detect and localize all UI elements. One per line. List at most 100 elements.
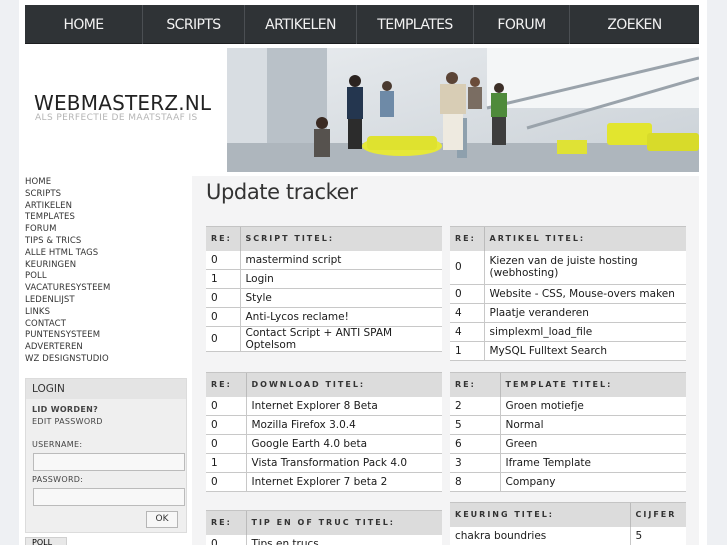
username-label: USERNAME: (32, 440, 83, 449)
tip-title-link[interactable]: Tips en trucs (245, 534, 442, 545)
artikel-title-link[interactable]: Website - CSS, Mouse-overs maken (483, 284, 686, 304)
table-row: 0 Mozilla Firefox 3.0.4 (206, 415, 442, 435)
column-header: KEURING TITEL: (450, 502, 630, 527)
keuring-score: 5 (629, 526, 686, 545)
page-title: Update tracker (206, 180, 358, 204)
sidebar-item-puntensysteem[interactable]: PUNTENSYSTEEM (25, 330, 190, 342)
sidebar-item-keuringen[interactable]: KEURINGEN (25, 260, 190, 272)
script-title-link[interactable]: Contact Script + ANTI SPAM Optelsom (239, 326, 442, 352)
nav-zoeken[interactable]: ZOEKEN (570, 5, 699, 44)
username-input[interactable] (33, 453, 185, 471)
template-title-link[interactable]: Company (499, 472, 686, 492)
column-header: TEMPLATE TITEL: (499, 372, 686, 397)
table-row: 3 Iframe Template (450, 453, 686, 473)
sidebar-item-adverteren[interactable]: ADVERTEREN (25, 342, 190, 354)
nav-templates[interactable]: TEMPLATES (357, 5, 474, 44)
sidebar-item-artikelen[interactable]: ARTIKELEN (25, 201, 190, 213)
template-title-link[interactable]: Groen motiefje (499, 396, 686, 416)
table-row: 0 Internet Explorer 8 Beta (206, 396, 442, 416)
sidebar-item-scripts[interactable]: SCRIPTS (25, 189, 190, 201)
sidebar-item-html-tags[interactable]: ALLE HTML TAGS (25, 248, 190, 260)
artikels-table: RE: ARTIKEL TITEL: 0 Kiezen van de juiste… (450, 226, 686, 361)
download-title-link[interactable]: Internet Explorer 7 beta 2 (245, 472, 442, 492)
site-logo[interactable]: WEBMASTERZ.NL (34, 91, 211, 115)
script-title-link[interactable]: Style (239, 288, 442, 308)
template-title-link[interactable]: Green (499, 434, 686, 454)
template-title-link[interactable]: Iframe Template (499, 453, 686, 473)
logo-area: WEBMASTERZ.NL ALS PERFECTIE DE MAATSTAAF… (25, 48, 227, 172)
table-row: 0 Tips en trucs (206, 534, 442, 545)
sidebar-item-poll[interactable]: POLL (25, 271, 190, 283)
reply-count: 4 (450, 303, 484, 323)
sidebar-item-templates[interactable]: TEMPLATES (25, 212, 190, 224)
sidebar-menu: HOME SCRIPTS ARTIKELEN TEMPLATES FORUM T… (25, 177, 190, 366)
reply-count: 0 (206, 396, 246, 416)
sidebar-item-links[interactable]: LINKS (25, 307, 190, 319)
reply-count: 0 (206, 534, 246, 545)
login-ok-button[interactable]: OK (146, 511, 178, 528)
download-title-link[interactable]: Internet Explorer 8 Beta (245, 396, 442, 416)
reply-count: 0 (206, 472, 246, 492)
reply-count: 0 (206, 415, 246, 435)
password-input[interactable] (33, 488, 185, 506)
script-title-link[interactable]: Anti-Lycos reclame! (239, 307, 442, 327)
artikel-title-link[interactable]: MySQL Fulltext Search (483, 341, 686, 361)
reply-count: 8 (450, 472, 500, 492)
scripts-table: RE: SCRIPT TITEL: 0 mastermind script 1 Lo… (206, 226, 442, 352)
edit-password-link[interactable]: EDIT PASSWORD (32, 417, 103, 426)
download-title-link[interactable]: Google Earth 4.0 beta (245, 434, 442, 454)
nav-home[interactable]: HOME (25, 5, 143, 44)
template-title-link[interactable]: Normal (499, 415, 686, 435)
sidebar-item-home[interactable]: HOME (25, 177, 190, 189)
table-row: chakra boundries 5 (450, 526, 686, 545)
nav-scripts[interactable]: SCRIPTS (143, 5, 245, 44)
artikel-title-link[interactable]: Kiezen van de juiste hosting (webhosting… (483, 250, 686, 285)
download-title-link[interactable]: Vista Transformation Pack 4.0 (245, 453, 442, 473)
table-row: 0 Internet Explorer 7 beta 2 (206, 472, 442, 492)
table-row: 0 Contact Script + ANTI SPAM Optelsom (206, 326, 442, 352)
column-header: SCRIPT TITEL: (239, 226, 442, 251)
nav-artikelen[interactable]: ARTIKELEN (245, 5, 357, 44)
table-row: 0 Style (206, 288, 442, 308)
register-link[interactable]: LID WORDEN? (32, 405, 98, 414)
table-row: 1 Vista Transformation Pack 4.0 (206, 453, 442, 473)
reply-count: 0 (450, 250, 484, 285)
reply-count: 0 (206, 307, 240, 327)
artikel-title-link[interactable]: Plaatje veranderen (483, 303, 686, 323)
table-row: 4 Plaatje veranderen (450, 303, 686, 323)
poll-box: POLL (25, 537, 67, 545)
table-row: 4 simplexml_load_file (450, 322, 686, 342)
column-header: RE: (206, 372, 246, 397)
reply-count: 0 (206, 288, 240, 308)
artikel-title-link[interactable]: simplexml_load_file (483, 322, 686, 342)
table-row: 1 Login (206, 269, 442, 289)
table-row: 8 Company (450, 472, 686, 492)
keuring-table: KEURING TITEL: CIJFER chakra boundries 5 (450, 502, 686, 545)
reply-count: 1 (206, 269, 240, 289)
download-title-link[interactable]: Mozilla Firefox 3.0.4 (245, 415, 442, 435)
column-header: DOWNLOAD TITEL: (245, 372, 442, 397)
site-tagline: ALS PERFECTIE DE MAATSTAAF IS (35, 113, 198, 123)
table-row: 0 mastermind script (206, 250, 442, 270)
reply-count: 0 (206, 326, 240, 352)
sidebar-item-tips-trics[interactable]: TIPS & TRICS (25, 236, 190, 248)
login-panel: LOGIN LID WORDEN? EDIT PASSWORD USERNAME… (25, 378, 187, 533)
sidebar-item-wz-designstudio[interactable]: WZ DESIGNSTUDIO (25, 354, 190, 366)
script-title-link[interactable]: mastermind script (239, 250, 442, 270)
sidebar-item-vacaturesysteem[interactable]: VACATURESYSTEEM (25, 283, 190, 295)
reply-count: 6 (450, 434, 500, 454)
sidebar-item-contact[interactable]: CONTACT (25, 319, 190, 331)
reply-count: 3 (450, 453, 500, 473)
column-header: ARTIKEL TITEL: (483, 226, 686, 251)
script-title-link[interactable]: Login (239, 269, 442, 289)
sidebar-item-ledenlijst[interactable]: LEDENLIJST (25, 295, 190, 307)
login-title: LOGIN (26, 379, 186, 399)
tips-table: RE: TIP EN OF TRUC TITEL: 0 Tips en trucs (206, 510, 442, 545)
reply-count: 1 (450, 341, 484, 361)
keuring-title-link[interactable]: chakra boundries (450, 526, 630, 545)
reply-count: 1 (206, 453, 246, 473)
sidebar-item-forum[interactable]: FORUM (25, 224, 190, 236)
downloads-table: RE: DOWNLOAD TITEL: 0 Internet Explorer 8… (206, 372, 442, 492)
nav-forum[interactable]: FORUM (474, 5, 570, 44)
reply-count: 0 (206, 434, 246, 454)
